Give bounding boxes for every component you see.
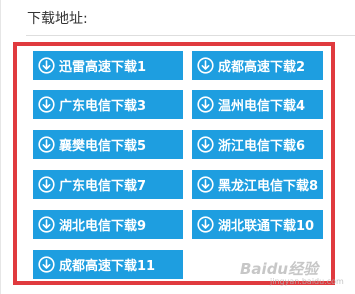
download-icon — [197, 57, 214, 74]
download-button-7[interactable]: 广东电信下载7 — [33, 170, 183, 199]
download-button-8[interactable]: 黑龙江电信下载8 — [192, 170, 323, 199]
download-button-1[interactable]: 迅雷高速下载1 — [33, 51, 183, 80]
watermark-text: Baidu经验 — [240, 260, 319, 278]
download-button-label: 温州电信下载4 — [218, 99, 306, 114]
download-icon — [38, 256, 55, 273]
download-icon — [38, 57, 55, 74]
download-button-label: 湖北电信下载9 — [59, 219, 147, 234]
download-icon — [38, 176, 55, 193]
download-button-10[interactable]: 湖北联通下载10 — [192, 210, 323, 239]
download-button-label: 浙江电信下载6 — [218, 139, 306, 154]
download-icon — [197, 96, 214, 113]
download-button-label: 黑龙江电信下载8 — [218, 179, 319, 194]
watermark-subtext: jingyan.baidu.com — [270, 277, 344, 286]
download-icon — [197, 216, 214, 233]
download-button-label: 广东电信下载7 — [59, 179, 147, 194]
download-button-9[interactable]: 湖北电信下载9 — [33, 210, 183, 239]
download-icon — [197, 136, 214, 153]
download-button-label: 广东电信下载3 — [59, 99, 147, 114]
download-icon — [38, 216, 55, 233]
left-border — [0, 0, 1, 294]
download-button-2[interactable]: 成都高速下载2 — [192, 51, 323, 80]
download-button-label: 成都高速下载11 — [59, 259, 156, 274]
download-button-11[interactable]: 成都高速下载11 — [33, 250, 183, 279]
download-button-6[interactable]: 浙江电信下载6 — [192, 130, 323, 159]
watermark: Baidu经验 jingyan.baidu.com — [240, 258, 344, 286]
download-button-label: 襄樊电信下载5 — [59, 139, 147, 154]
download-icon — [38, 136, 55, 153]
download-icon — [197, 176, 214, 193]
page: 下载地址: 迅雷高速下载1 成都高速下载2 广东电信下载3 温州电信下载4 襄樊… — [0, 0, 355, 294]
download-button-label: 湖北联通下载10 — [218, 219, 315, 234]
download-button-label: 迅雷高速下载1 — [59, 60, 147, 75]
section-title: 下载地址: — [27, 11, 88, 27]
download-button-5[interactable]: 襄樊电信下载5 — [33, 130, 183, 159]
download-button-4[interactable]: 温州电信下载4 — [192, 90, 323, 119]
download-button-3[interactable]: 广东电信下载3 — [33, 90, 183, 119]
download-icon — [38, 96, 55, 113]
download-button-label: 成都高速下载2 — [218, 60, 306, 75]
title-divider — [26, 35, 355, 36]
